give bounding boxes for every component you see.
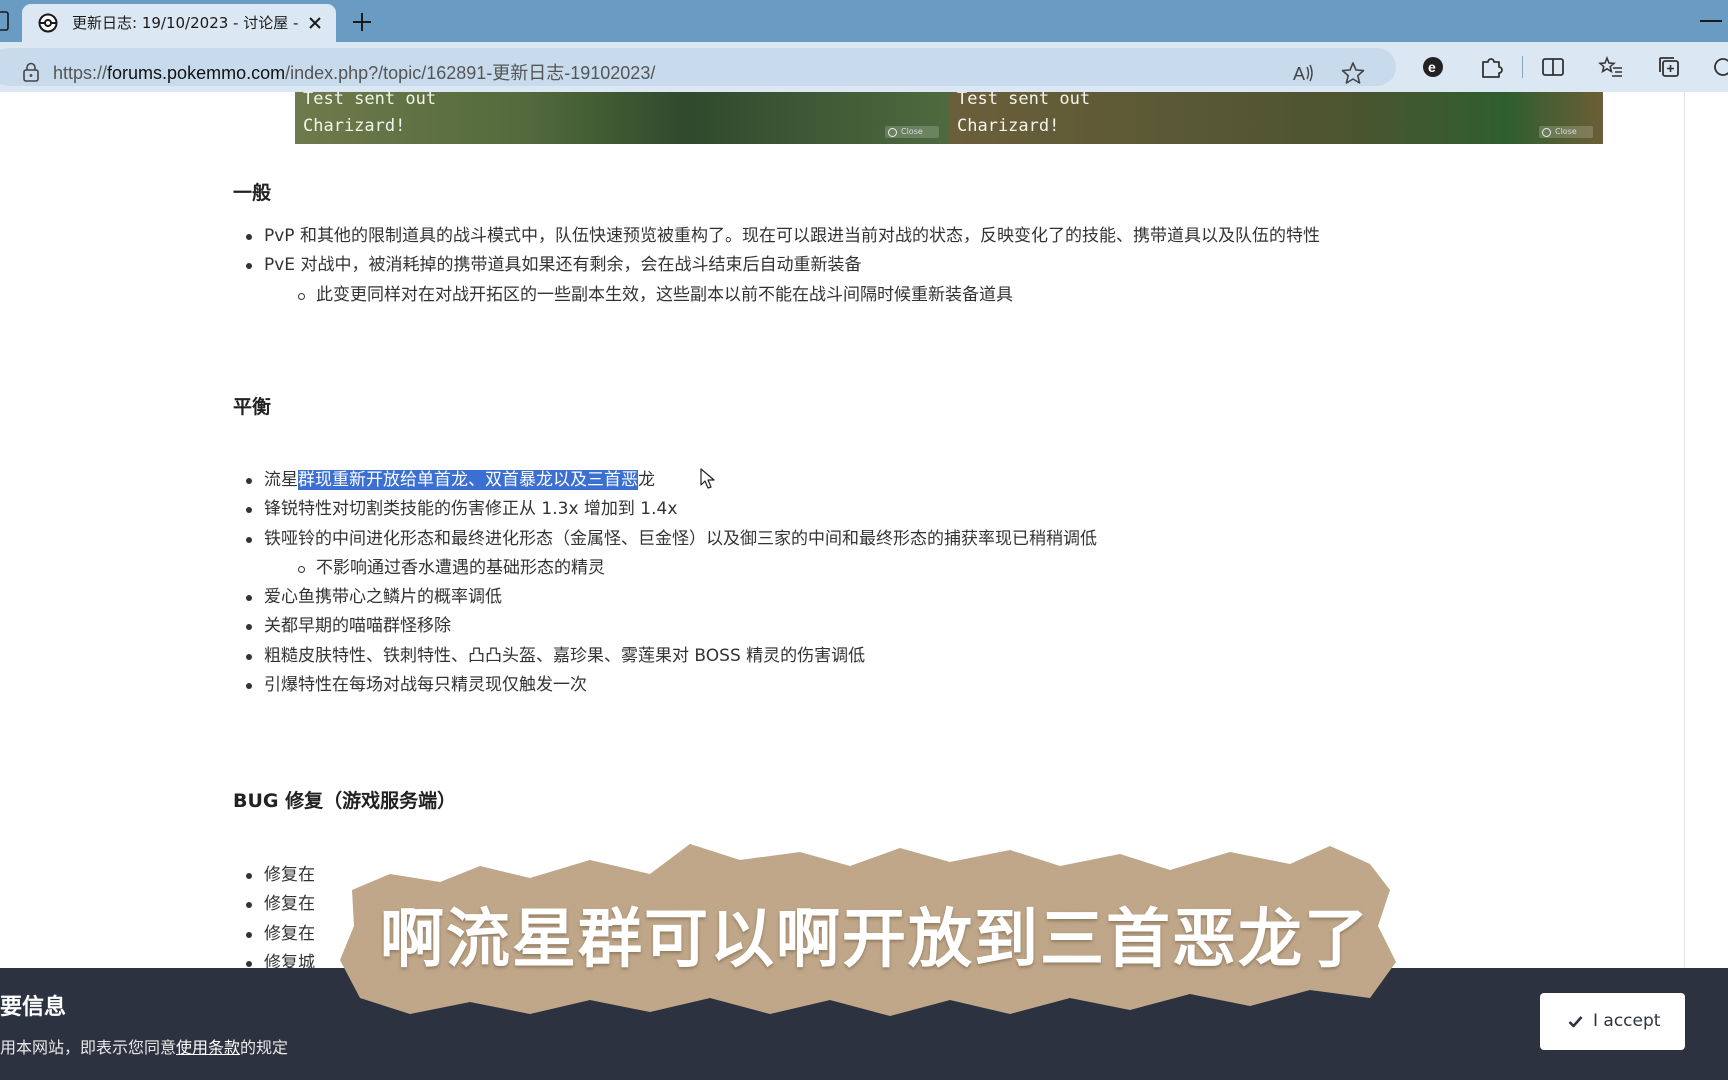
favorite-star-icon[interactable] [1340, 60, 1366, 86]
section-heading-bugfix: BUG 修复（游戏服务端） [233, 790, 457, 812]
list-item: 关都早期的喵喵群怪移除 [246, 612, 1097, 641]
toolbar-separator [1522, 56, 1523, 78]
general-list: PvP 和其他的限制道具的战斗模式中，队伍快速预览被重构了。现在可以跟进当前对战… [246, 222, 1320, 310]
browser-toolbar: https://forums.pokemmo.com/index.php?/to… [0, 42, 1728, 92]
page-scrollbar[interactable] [1684, 92, 1728, 968]
sub-list-item: 此变更同样对在对战开拓区的一些副本生效，这些副本以前不能在战斗间隔时候重新装备道… [298, 281, 1320, 310]
game-close-button: Close [885, 126, 939, 138]
list-item: PvP 和其他的限制道具的战斗模式中，队伍快速预览被重构了。现在可以跟进当前对战… [246, 222, 1320, 251]
split-screen-icon[interactable] [1540, 54, 1566, 80]
url-text[interactable]: https://forums.pokemmo.com/index.php?/to… [53, 62, 655, 84]
terms-of-use-link[interactable]: 使用条款 [176, 1038, 240, 1057]
item-text-prefix: 流星 [264, 470, 298, 490]
list-item: 引爆特性在每场对战每只精灵现仅触发一次 [246, 671, 1097, 700]
cookie-text: 用本网站，即表示您同意使用条款的规定 [0, 1034, 288, 1058]
cookie-text-after: 的规定 [240, 1038, 289, 1057]
item-text-suffix: 龙 [638, 470, 655, 490]
battle-text-line1: Test sent out [303, 92, 437, 109]
video-caption: 啊流星群可以啊开放到三首恶龙了 [380, 903, 1370, 977]
cookie-text-before: 用本网站，即表示您同意 [0, 1038, 177, 1057]
close-tab-icon[interactable] [304, 12, 326, 34]
copilot-icon[interactable] [1710, 54, 1728, 80]
sub-list-item: 不影响通过香水遭遇的基础形态的精灵 [298, 554, 1097, 583]
balance-list: 流星群现重新开放给单首龙、双首暴龙以及三首恶龙 锋锐特性对切割类技能的伤害修正从… [246, 466, 1097, 700]
list-item: 粗糙皮肤特性、铁刺特性、凸凸头盔、嘉珍果、雾莲果对 BOSS 精灵的伤害调低 [246, 642, 1097, 671]
battle-text-line2: Charizard! [303, 116, 406, 136]
section-heading-balance: 平衡 [233, 396, 272, 418]
extension-e-icon[interactable]: e [1420, 54, 1446, 80]
section-heading-general: 一般 [233, 182, 272, 204]
list-item: 修复在 [246, 920, 315, 949]
collections-icon[interactable] [1656, 54, 1682, 80]
url-host: forums.pokemmo.com [107, 63, 286, 83]
list-item: 修复城 [246, 949, 315, 968]
url-prefix: https:// [53, 63, 108, 83]
accept-button[interactable]: I accept [1540, 993, 1685, 1050]
svg-text:A: A [1293, 64, 1305, 84]
pokemmo-favicon-icon [38, 13, 58, 33]
new-tab-icon[interactable] [349, 9, 375, 35]
sidebar-toggle-icon[interactable] [0, 10, 10, 32]
text-selection-highlight[interactable]: 群现重新开放给单首龙、双首暴龙以及三首恶 [298, 470, 638, 490]
extensions-puzzle-icon[interactable] [1478, 54, 1504, 80]
tab-title: 更新日志: 19/10/2023 - 讨论屋 - [72, 14, 299, 32]
game-screenshot-before: Test sent out Charizard! Close [295, 92, 949, 144]
list-item: 铁哑铃的中间进化形态和最终进化形态（金属怪、巨金怪）以及御三家的中间和最终形态的… [246, 525, 1097, 554]
game-screenshot-after: Test sent out Charizard! Close [949, 92, 1603, 144]
favorites-list-icon[interactable] [1598, 54, 1624, 80]
list-item: PvE 对战中，被消耗掉的携带道具如果还有剩余，会在战斗结束后自动重新装备 [246, 251, 1320, 280]
read-aloud-icon[interactable]: A [1290, 60, 1316, 86]
bugfix-list: 修复在 修复在 修复在 修复城 [246, 861, 315, 968]
lock-icon[interactable] [22, 62, 40, 82]
list-item: 爱心鱼携带心之鳞片的概率调低 [246, 583, 1097, 612]
game-screenshot-comparison: Test sent out Charizard! Close Test sent… [295, 92, 1603, 144]
accept-button-label: I accept [1593, 1011, 1661, 1031]
minimize-window-icon[interactable] [1700, 20, 1722, 22]
cookie-title: 要信息 [0, 995, 67, 1020]
battle-text-line2: Charizard! [957, 116, 1060, 136]
mouse-cursor-icon [700, 468, 716, 490]
battle-text-line1: Test sent out [957, 92, 1091, 109]
svg-text:e: e [1428, 59, 1436, 75]
list-item-selected[interactable]: 流星群现重新开放给单首龙、双首暴龙以及三首恶龙 [246, 466, 1097, 495]
address-bar[interactable]: https://forums.pokemmo.com/index.php?/to… [0, 48, 1396, 86]
checkmark-icon [1568, 1016, 1583, 1028]
game-close-button: Close [1539, 126, 1593, 138]
list-item: 锋锐特性对切割类技能的伤害修正从 1.3x 增加到 1.4x [246, 495, 1097, 524]
browser-tab-bar: 更新日志: 19/10/2023 - 讨论屋 - [0, 0, 1728, 42]
browser-tab-active[interactable]: 更新日志: 19/10/2023 - 讨论屋 - [22, 4, 336, 42]
url-path: /index.php?/topic/162891-更新日志-19102023/ [285, 63, 656, 83]
list-item: 修复在 [246, 861, 315, 890]
list-item: 修复在 [246, 890, 315, 919]
